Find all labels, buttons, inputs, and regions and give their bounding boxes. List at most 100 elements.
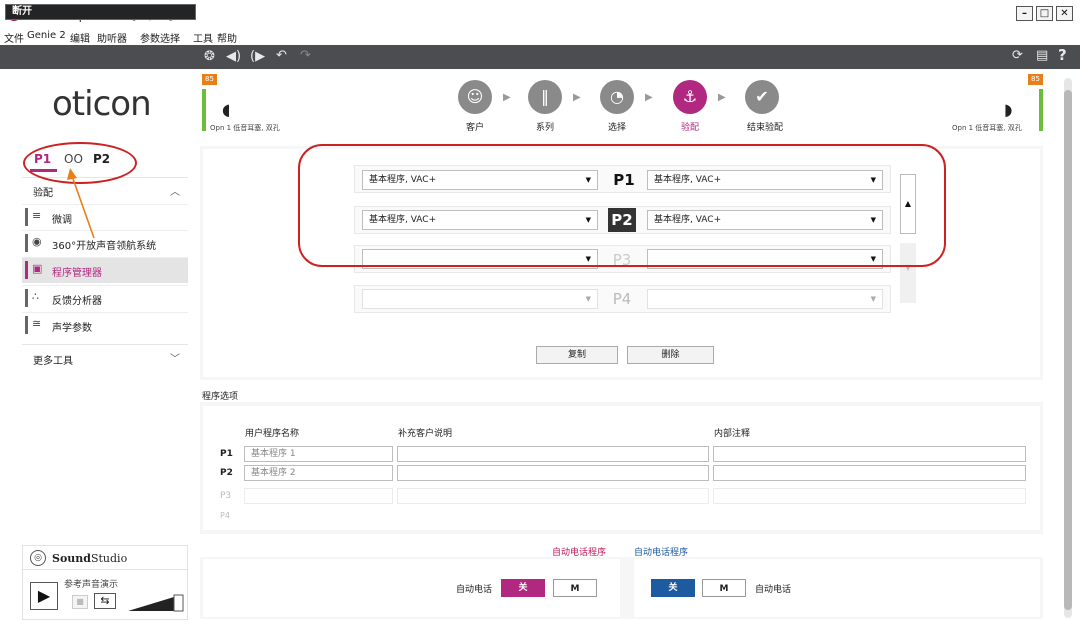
undo-icon[interactable]: ↶ [276,48,287,63]
connection-status[interactable]: 断开 [5,4,196,20]
step-arrow-icon: ▶ [503,92,511,103]
navigator-icon: ◉ [32,235,42,248]
volume-icon[interactable]: ◀) [226,49,241,64]
client-step-icon[interactable]: ☺ [458,80,492,114]
sidebar-item-acoustics[interactable] [22,312,188,338]
close-button[interactable]: ✕ [1056,6,1073,21]
program-name-input-p3[interactable] [244,488,393,504]
divider [22,569,188,570]
auto-phone-right-label: 自动电话 [755,585,792,595]
left-hearing-aid-icon: ◖ [222,100,231,119]
help-icon[interactable]: ? [1058,46,1067,64]
option-row-label-p2: P2 [220,468,233,478]
delete-button[interactable]: 删除 [627,346,714,364]
step-arrow-icon: ▶ [573,92,581,103]
chevron-up-icon[interactable]: ︿ [170,183,180,198]
auto-phone-right-off-toggle[interactable]: 关 [651,579,695,597]
copy-button[interactable]: 复制 [536,346,618,364]
sidebar-item-label: 反馈分析器 [52,296,102,307]
step-fitting-label[interactable]: 验配 [660,120,720,133]
left-program-select-p4[interactable]: ▼ [362,289,598,309]
internal-note-input-p1[interactable] [713,446,1026,462]
menu-file[interactable]: 文件 [4,30,24,45]
internal-note-input-p2[interactable] [713,465,1026,481]
sidebar-item-program-manager[interactable] [22,257,188,283]
minimize-button[interactable]: – [1016,6,1033,21]
step-arrow-icon: ▶ [645,92,653,103]
menu-edit[interactable]: 编辑 [70,30,90,45]
menu-preferences[interactable]: 参数选择 [140,30,180,45]
client-description-input-p1[interactable] [397,446,709,462]
left-device-level-bar [202,89,206,131]
step-client-label[interactable]: 客户 [445,120,505,133]
annotation-ellipse [298,144,946,267]
program-options-title: 程序选项 [202,392,239,402]
menu-help[interactable]: 帮助 [217,30,237,45]
fitting-step-icon[interactable]: ⚓ [673,80,707,114]
soundstudio-brand-text: Studio [90,552,128,565]
step-series-label[interactable]: 系列 [515,120,575,133]
program-name-input-p2[interactable]: 基本程序 2 [244,465,393,481]
right-device-label: Opn 1 低音耳塞, 双孔 [952,124,1022,132]
scrollbar-thumb[interactable] [1064,90,1072,610]
connect-icon[interactable]: ❂ [204,49,215,64]
step-finish-label[interactable]: 结束验配 [735,120,795,133]
right-device-level-badge: 85 [1028,74,1043,85]
client-description-input-p3[interactable] [397,488,709,504]
nav-indicator [25,289,28,307]
auto-phone-right-m-toggle[interactable]: M [702,579,746,597]
right-program-select-p4[interactable]: ▼ [647,289,883,309]
step-arrow-icon: ▶ [718,92,726,103]
option-row-label-p1: P1 [220,449,233,459]
feedback-icon: ∴ [32,290,39,303]
right-hearing-aid-icon: ◗ [1004,100,1013,119]
left-device-label: Opn 1 低音耳塞, 双孔 [210,124,280,132]
mute-icon[interactable]: (▶ [250,49,265,64]
sidebar-item-feedback-analyzer[interactable] [22,285,188,311]
option-row-label-p4: P4 [220,511,230,520]
col-header-description: 补充客户说明 [398,429,453,439]
program-manager-icon: ▣ [32,262,43,275]
option-row-label-p3: P3 [220,491,232,501]
acoustic-icon: ≅ [32,317,42,330]
chevron-down-icon[interactable]: ﹀ [170,350,180,365]
program-name-input-p1[interactable]: 基本程序 1 [244,446,393,462]
sliders-icon: ≡ [32,209,42,222]
nav-indicator [25,316,28,334]
oticon-logo: oticon [52,84,152,124]
demo-label: 参考声音演示 [64,580,119,590]
sidebar-item-fine-tune[interactable] [22,204,188,230]
soundstudio-brand: SoundStudio [52,552,127,565]
toolbar [0,45,1080,69]
menu-tools[interactable]: 工具 [193,30,213,45]
left-device-level-badge: 85 [202,74,217,85]
more-tools-label: 更多工具 [33,356,73,367]
auto-phone-left-m-toggle[interactable]: M [553,579,597,597]
maximize-button[interactable]: □ [1036,6,1053,21]
volume-slider[interactable] [128,594,184,612]
soundstudio-brand-bold: Sound [52,552,91,565]
redo-icon[interactable]: ↷ [300,48,311,63]
auto-phone-left-off-toggle[interactable]: 关 [501,579,545,597]
nav-indicator [25,208,28,226]
nav-indicator [25,234,28,252]
repeat-icon[interactable]: ⇆ [94,593,116,609]
menu-hearing-aid[interactable]: 助听器 [97,30,127,45]
client-description-input-p2[interactable] [397,465,709,481]
stop-button[interactable]: ■ [72,595,88,609]
annotation-arrow [67,168,95,239]
col-header-note: 内部注释 [714,429,751,439]
finish-step-icon[interactable]: ✔ [745,80,779,114]
right-device-level-bar [1039,89,1043,131]
menu-genie2[interactable]: Genie 2 [27,30,66,41]
internal-note-input-p3[interactable] [713,488,1026,504]
play-button[interactable]: ▶ [30,582,58,610]
select-step-icon[interactable]: ◔ [600,80,634,114]
series-step-icon[interactable]: ‖ [528,80,562,114]
soundstudio-icon: ◎ [30,550,46,566]
refresh-icon[interactable]: ⟳ [1012,48,1023,63]
auto-phone-left-label: 自动电话 [456,585,493,595]
program-tag-p4: P4 [612,290,632,308]
document-icon[interactable]: ▤ [1036,48,1048,63]
step-select-label[interactable]: 选择 [587,120,647,133]
